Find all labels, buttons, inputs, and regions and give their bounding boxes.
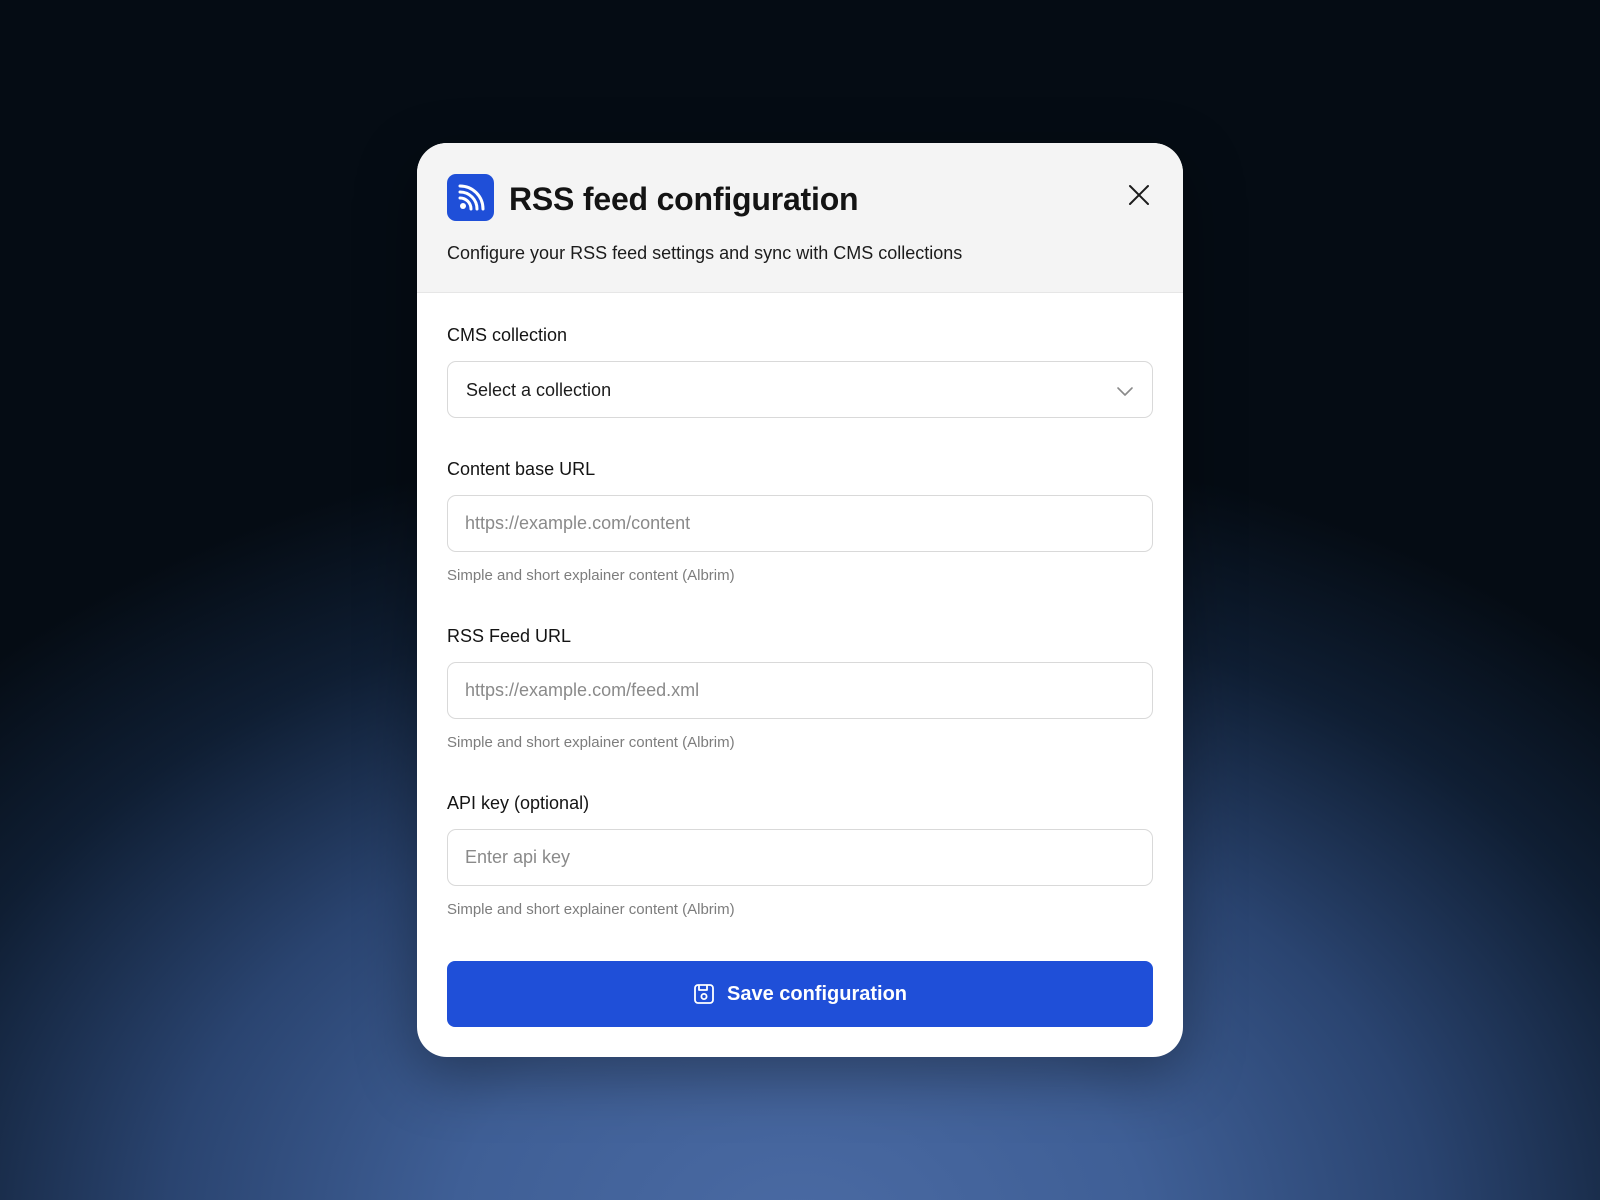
feed-url-field-wrap xyxy=(447,662,1153,719)
content-url-label: Content base URL xyxy=(447,459,596,479)
api-key-field-wrap xyxy=(447,829,1153,886)
rss-config-modal: RSS feed configuration Configure your RS… xyxy=(417,143,1183,1057)
api-key-input[interactable] xyxy=(448,830,1152,885)
rss-icon xyxy=(447,174,494,221)
modal-subtitle: Configure your RSS feed settings and syn… xyxy=(447,243,963,263)
save-configuration-button[interactable]: Save configuration xyxy=(447,961,1153,1027)
api-key-label: API key (optional) xyxy=(447,793,590,813)
save-icon xyxy=(694,984,714,1004)
content-url-input[interactable] xyxy=(448,496,1152,551)
modal-header: RSS feed configuration Configure your RS… xyxy=(417,143,1183,293)
feed-url-input[interactable] xyxy=(448,663,1152,718)
close-button[interactable] xyxy=(1125,181,1153,209)
modal-title: RSS feed configuration xyxy=(509,181,859,217)
content-url-helper: Simple and short explainer content (Albr… xyxy=(447,567,735,584)
content-url-field-wrap xyxy=(447,495,1153,552)
collection-label: CMS collection xyxy=(447,325,568,345)
api-key-helper: Simple and short explainer content (Albr… xyxy=(447,901,735,918)
collection-select-value: Select a collection xyxy=(466,380,612,400)
collection-select[interactable]: Select a collection xyxy=(447,361,1153,418)
feed-url-helper: Simple and short explainer content (Albr… xyxy=(447,734,735,751)
chevron-down-icon xyxy=(1117,387,1133,396)
save-button-label: Save configuration xyxy=(726,982,908,1005)
close-icon xyxy=(1129,185,1149,205)
feed-url-label: RSS Feed URL xyxy=(447,626,572,646)
